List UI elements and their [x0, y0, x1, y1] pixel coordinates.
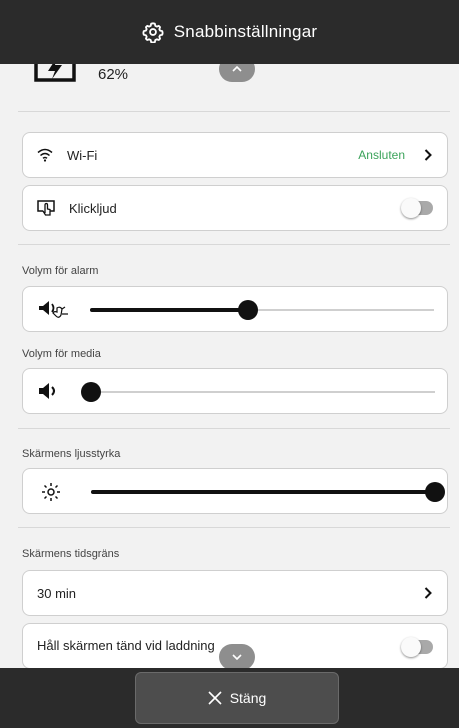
- brightness-card: [22, 468, 448, 514]
- wifi-status: Ansluten: [358, 148, 405, 162]
- media-volume-label: Volym för media: [22, 348, 101, 360]
- alarm-volume-card: [22, 286, 448, 332]
- media-volume-slider[interactable]: [81, 382, 435, 402]
- collapse-handle[interactable]: [219, 64, 255, 82]
- screen-timeout-value: 30 min: [37, 585, 77, 601]
- alarm-volume-slider[interactable]: [90, 300, 434, 320]
- brightness-label: Skärmens ljusstyrka: [22, 448, 121, 460]
- page-title: Snabbinställningar: [173, 22, 318, 41]
- slider-fill: [91, 490, 435, 494]
- touch-screen-icon: [37, 200, 55, 216]
- screen-timeout-label: Skärmens tidsgräns: [22, 548, 120, 560]
- divider: [18, 244, 450, 245]
- speaker-icon: [39, 383, 55, 399]
- brightness-icon: [42, 483, 60, 501]
- toggle-knob: [401, 198, 421, 218]
- chevron-right-icon: [424, 587, 432, 599]
- screen-timeout-card[interactable]: 30 min: [22, 570, 448, 616]
- wifi-label: Wi-Fi: [67, 147, 98, 163]
- click-sound-card[interactable]: Klickljud: [22, 185, 448, 231]
- settings-list[interactable]: 62% Wi-Fi Ansluten Klickljud Volym för a…: [0, 64, 459, 668]
- click-sound-label: Klickljud: [69, 200, 117, 216]
- alarm-volume-label: Volym för alarm: [22, 265, 99, 277]
- divider: [18, 527, 450, 528]
- expand-handle[interactable]: [219, 644, 255, 668]
- footer-bar: Stäng: [0, 668, 459, 728]
- header-bar: Snabbinställningar: [0, 0, 459, 64]
- close-label: Stäng: [229, 690, 267, 706]
- slider-thumb[interactable]: [238, 300, 258, 320]
- divider: [18, 111, 450, 112]
- keep-screen-on-toggle[interactable]: [401, 637, 433, 657]
- slider-thumb[interactable]: [81, 382, 101, 402]
- slider-thumb[interactable]: [425, 482, 445, 502]
- battery-percent: 62%: [98, 66, 129, 83]
- battery-charging-icon: [34, 64, 76, 82]
- click-sound-toggle[interactable]: [401, 198, 433, 218]
- chevron-up-icon: [232, 66, 242, 72]
- close-button[interactable]: Stäng: [135, 672, 339, 724]
- alarm-volume-icon: [39, 301, 68, 318]
- toggle-knob: [401, 637, 421, 657]
- wifi-card[interactable]: Wi-Fi Ansluten: [22, 132, 448, 178]
- media-volume-card: [22, 368, 448, 414]
- wifi-icon: [37, 148, 53, 162]
- slider-fill: [90, 308, 248, 312]
- chevron-down-icon: [232, 654, 242, 660]
- close-icon: [208, 691, 222, 705]
- slider-track: [91, 391, 435, 393]
- divider: [18, 428, 450, 429]
- gear-icon: [142, 22, 164, 43]
- brightness-slider[interactable]: [91, 482, 445, 502]
- chevron-right-icon: [424, 149, 432, 161]
